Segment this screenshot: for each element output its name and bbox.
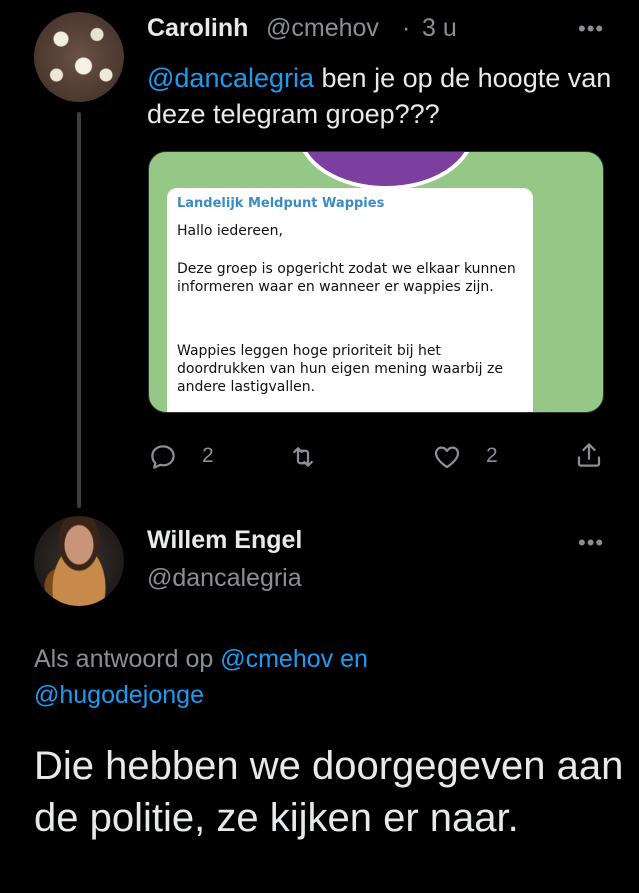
heart-icon [434,446,460,469]
telegram-message-greeting: Hallo iedereen, [177,223,283,239]
like-button[interactable] [432,442,462,477]
separator-dot: · [402,14,411,42]
telegram-message-paragraph: Deze groep is opgericht zodat we elkaar … [177,261,516,295]
telegram-group-title: Landelijk Meldpunt Wappies [177,196,385,211]
telegram-message-paragraph: Wappies leggen hoge prioriteit bij het d… [177,343,503,395]
group-avatar-arc [297,152,475,190]
author-handle[interactable]: @cmehov [266,14,379,43]
more-options-icon[interactable]: ••• [578,530,604,556]
share-button[interactable] [574,440,604,475]
tweet-text: @dancalegria ben je op de hoogte van dez… [147,60,617,132]
share-icon [577,443,601,467]
reply-context: Als antwoord op @cmehov en @hugodejonge [34,641,574,713]
reply-count: 2 [202,444,214,467]
reply-icon [151,445,175,469]
reply-button[interactable] [148,442,178,477]
mention-link[interactable]: @hugodejonge [34,681,204,709]
mention-link[interactable]: @cmehov en [220,645,368,673]
like-count: 2 [486,444,498,467]
tweet-text: Die hebben we doorgegeven aan de politie… [34,744,624,840]
retweet-icon [293,447,313,467]
more-options-icon[interactable]: ••• [578,16,604,42]
tweet-image[interactable]: Landelijk Meldpunt Wappies Hallo iederee… [148,151,604,413]
author-name[interactable]: Carolinh [147,14,248,43]
thread-connector-line [77,112,81,508]
tweet-timestamp[interactable]: 3 u [422,14,457,43]
mention-link[interactable]: @dancalegria [147,63,314,93]
author-name[interactable]: Willem Engel [147,526,302,555]
avatar-carolinh[interactable] [34,12,124,102]
author-handle[interactable]: @dancalegria [147,564,302,593]
avatar-willem-engel[interactable] [34,516,124,606]
retweet-button[interactable] [288,442,318,477]
telegram-message-bubble: Landelijk Meldpunt Wappies Hallo iederee… [167,188,533,412]
reply-prefix: Als antwoord op [34,645,221,673]
